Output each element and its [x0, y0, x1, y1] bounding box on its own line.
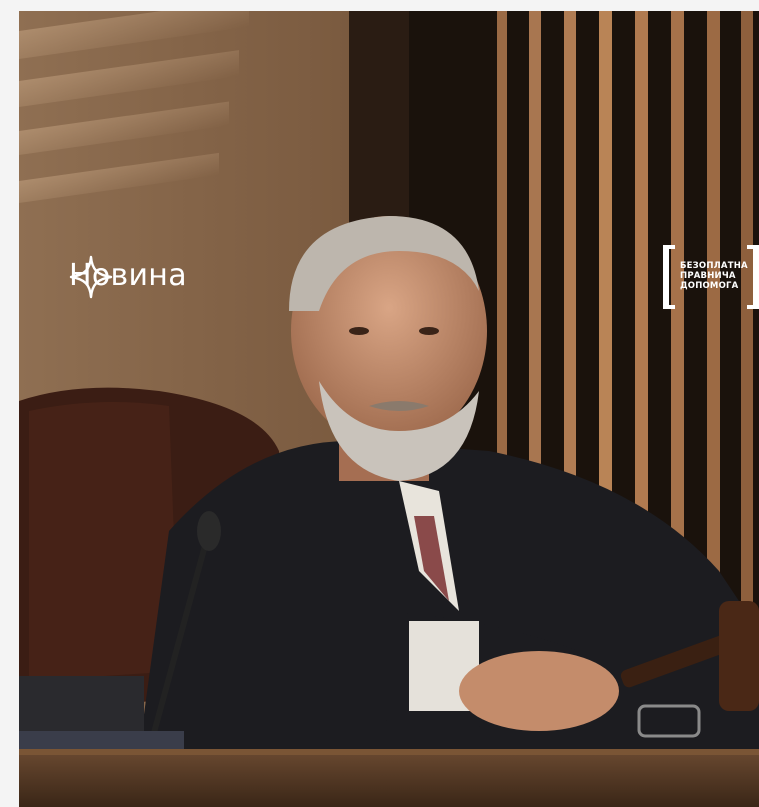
judge-illustration: [19, 11, 759, 807]
logo-line: БЕЗОПЛАТНА: [680, 261, 748, 271]
news-photo: Новина БЕЗОПЛАТНА ПРАВНИЧА ДОПОМОГА: [19, 11, 759, 807]
news-badge: Новина: [69, 255, 187, 299]
logo-line: ПРАВНИЧА: [680, 271, 736, 281]
sparkle-star-icon: [69, 255, 113, 299]
free-legal-aid-logo: БЕЗОПЛАТНА ПРАВНИЧА ДОПОМОГА: [663, 245, 759, 309]
logo-line: ДОПОМОГА: [680, 281, 739, 291]
logo-text: БЕЗОПЛАТНА ПРАВНИЧА ДОПОМОГА: [680, 261, 750, 291]
logo-bracket-left: [663, 245, 675, 309]
